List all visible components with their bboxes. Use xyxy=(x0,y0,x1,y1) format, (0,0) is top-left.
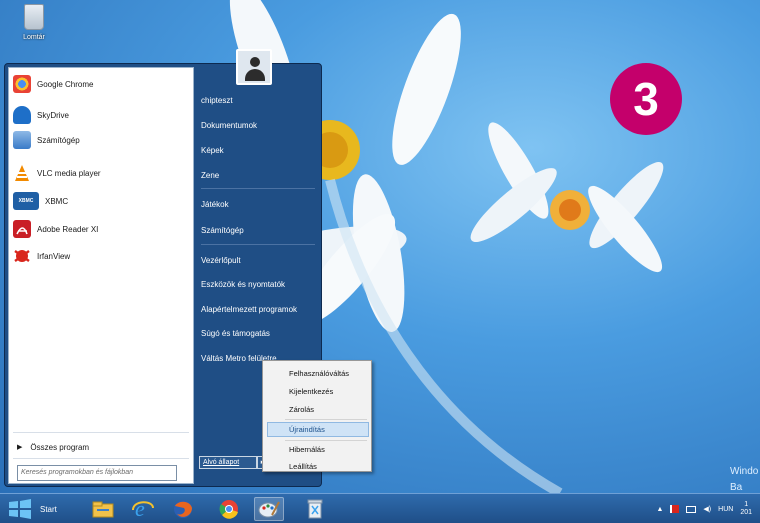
start-menu-programs-pane: Google Chrome SkyDrive Számítógép VLC me… xyxy=(8,67,194,484)
user-head-icon xyxy=(250,57,260,67)
place-music[interactable]: Zene xyxy=(201,168,319,184)
program-google-chrome[interactable]: Google Chrome xyxy=(13,73,189,95)
file-explorer-icon[interactable] xyxy=(88,497,118,521)
clock[interactable]: 1 201 xyxy=(740,501,752,517)
program-label: VLC media player xyxy=(37,168,101,178)
program-computer[interactable]: Számítógép xyxy=(13,129,189,151)
recycle-bin-icon xyxy=(24,4,44,30)
watermark-line: Windo xyxy=(730,466,759,477)
power-options-menu: Felhasználóváltás Kijelentkezés Zárolás … xyxy=(262,360,372,472)
firefox-icon[interactable] xyxy=(168,497,198,521)
program-label: Számítógép xyxy=(37,135,80,145)
language-indicator[interactable]: HUN xyxy=(718,506,733,513)
program-label: IrfanView xyxy=(37,251,71,261)
search-input[interactable]: Keresés programokban és fájlokban xyxy=(17,465,177,481)
program-irfanview[interactable]: IrfanView xyxy=(13,245,189,267)
place-documents[interactable]: Dokumentumok xyxy=(201,118,319,134)
clock-time: 1 xyxy=(744,501,749,508)
place-games[interactable]: Játékok xyxy=(201,197,319,213)
divider xyxy=(13,458,189,459)
chrome-icon xyxy=(13,75,31,93)
user-avatar[interactable] xyxy=(236,49,272,85)
computer-icon xyxy=(13,131,31,149)
recycle-bin-label: Lomtár xyxy=(23,34,45,41)
menu-item-switch-user[interactable]: Felhasználóváltás xyxy=(267,366,369,381)
menu-divider xyxy=(285,440,367,441)
place-computer[interactable]: Számítógép xyxy=(201,223,319,239)
divider xyxy=(13,432,189,433)
taskbar: Start e ▲ ◀) HUN 1 201 xyxy=(0,493,760,523)
paint-icon[interactable] xyxy=(254,497,284,521)
xbmc-icon: XBMC xyxy=(13,192,39,210)
menu-item-log-off[interactable]: Kijelentkezés xyxy=(267,384,369,399)
adobe-reader-icon xyxy=(13,220,31,238)
watermark-line: Ba xyxy=(730,482,743,493)
menu-item-restart[interactable]: Újraindítás xyxy=(267,422,369,437)
start-button[interactable]: Start xyxy=(8,497,82,521)
menu-item-shut-down[interactable]: Leállítás xyxy=(267,459,369,474)
place-user[interactable]: chipteszt xyxy=(201,93,319,109)
windows-logo-icon xyxy=(9,499,31,519)
arrow-right-icon: ▶ xyxy=(17,444,23,451)
program-label: Adobe Reader XI xyxy=(37,224,99,234)
place-devices-printers[interactable]: Eszközök és nyomtatók xyxy=(201,277,319,293)
place-default-programs[interactable]: Alapértelmezett programok xyxy=(201,302,319,318)
action-center-flag-icon[interactable] xyxy=(670,505,680,513)
all-programs-button[interactable]: ▶ Összes program xyxy=(13,439,189,455)
sleep-button[interactable]: Alvó állapot xyxy=(199,456,257,469)
program-vlc[interactable]: VLC media player xyxy=(13,162,189,184)
clock-date: 201 xyxy=(740,509,752,516)
system-tray: ▲ ◀) HUN 1 201 xyxy=(656,494,752,523)
network-icon[interactable] xyxy=(686,505,697,513)
recycle-icon[interactable] xyxy=(300,497,330,521)
menu-item-hibernate[interactable]: Hibernálás xyxy=(267,442,369,457)
program-adobe-reader[interactable]: Adobe Reader XI xyxy=(13,218,189,240)
all-programs-label: Összes program xyxy=(30,442,90,452)
user-body-icon xyxy=(245,69,265,81)
place-pictures[interactable]: Képek xyxy=(201,143,319,159)
menu-item-lock[interactable]: Zárolás xyxy=(267,402,369,417)
menu-divider xyxy=(285,419,367,420)
irfanview-icon xyxy=(13,247,31,265)
volume-icon[interactable]: ◀) xyxy=(703,505,711,513)
skydrive-icon xyxy=(13,106,31,124)
start-label: Start xyxy=(40,504,57,514)
vlc-icon xyxy=(13,164,31,182)
internet-explorer-icon[interactable]: e xyxy=(128,497,158,521)
windows-watermark: Windo Ba xyxy=(730,464,758,493)
program-label: XBMC xyxy=(45,196,69,206)
place-help-support[interactable]: Súgó és támogatás xyxy=(201,326,319,342)
program-xbmc[interactable]: XBMC XBMC xyxy=(13,190,189,212)
program-label: Google Chrome xyxy=(37,79,94,89)
program-label: SkyDrive xyxy=(37,110,70,120)
place-control-panel[interactable]: Vezérlőpult xyxy=(201,253,319,269)
show-hidden-icons-icon[interactable]: ▲ xyxy=(656,506,663,513)
divider xyxy=(201,244,315,245)
recycle-bin[interactable]: Lomtár xyxy=(14,4,54,41)
step-badge: 3 xyxy=(610,63,682,135)
daisy-small xyxy=(470,122,664,273)
divider xyxy=(201,188,315,189)
program-skydrive[interactable]: SkyDrive xyxy=(13,104,189,126)
chrome-icon[interactable] xyxy=(214,497,244,521)
